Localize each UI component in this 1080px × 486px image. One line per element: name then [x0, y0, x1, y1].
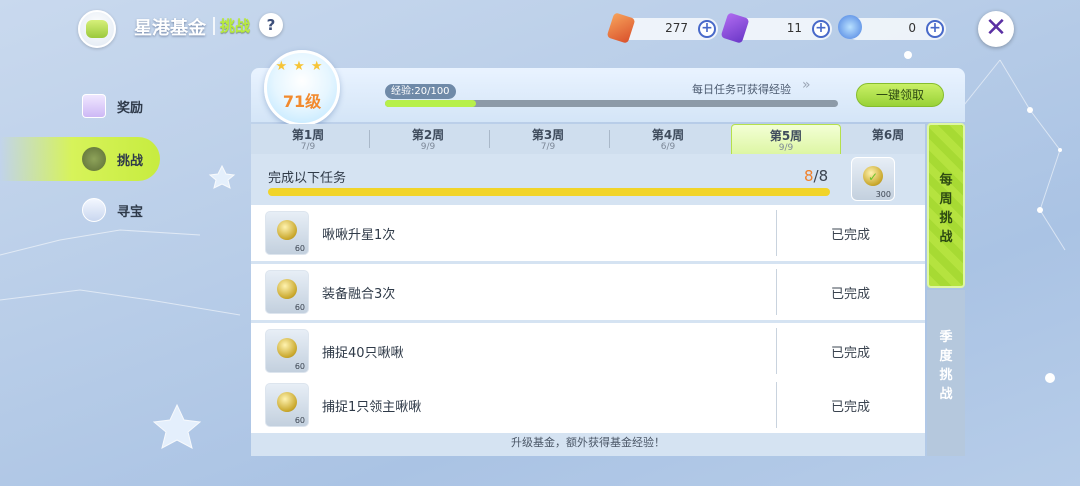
tab-divider [369, 130, 370, 148]
crystal-icon [838, 15, 862, 39]
tab-label: 第3周 [531, 128, 565, 142]
help-button[interactable]: ? [259, 13, 283, 37]
add-ticket-button[interactable]: + [698, 20, 716, 38]
reward-item[interactable]: 60 [265, 383, 309, 427]
task-summary-count: 8/8 [804, 167, 828, 185]
task-summary-title: 完成以下任务 [268, 171, 347, 186]
nav-item-label: 寻宝 [117, 205, 144, 220]
week-tabs: 第1周 7/9 第2周 9/9 第3周 7/9 第4周 6/9 第5周 9/9 … [251, 124, 925, 154]
exp-coin-icon [277, 220, 297, 240]
task-status: 已完成 [830, 287, 870, 302]
task-description: 捕捉1只领主啾啾 [322, 400, 422, 415]
daily-exp-hint: 每日任务可获得经验 [692, 83, 791, 96]
claim-all-button[interactable]: 一键领取 [856, 83, 944, 107]
reward-item[interactable]: 60 [265, 270, 309, 314]
add-purple-card-button[interactable]: + [812, 20, 830, 38]
weekly-challenge-label: 每周挑战 [939, 173, 953, 245]
nav-item-treasure[interactable]: 寻宝 [0, 188, 160, 232]
currency-ticket: 277 + [606, 12, 718, 44]
ticket-icon [606, 12, 636, 44]
level-stars: ★★★ [275, 59, 329, 74]
tab-label: 第5周 [769, 129, 803, 143]
tab-progress: 6/9 [660, 142, 676, 152]
tab-week-6[interactable]: 第6周 [851, 124, 925, 154]
task-row: 60 啾啾升星1次 已完成 [251, 205, 925, 261]
tab-progress: 9/9 [778, 143, 794, 153]
exp-coin-icon [277, 279, 297, 299]
trophy-icon [82, 147, 106, 171]
gift-icon [82, 94, 106, 118]
app-title: 星港基金 [134, 18, 206, 39]
completed-count: 8 [804, 167, 814, 185]
task-status: 已完成 [830, 228, 870, 243]
tab-week-3[interactable]: 第3周 7/9 [491, 124, 605, 154]
tab-label: 第4周 [651, 128, 685, 142]
total-count: /8 [813, 167, 829, 185]
treasure-icon [82, 198, 106, 222]
task-description: 捕捉40只啾啾 [322, 346, 404, 361]
tab-progress: 9/9 [420, 142, 436, 152]
purple-card-icon [720, 12, 750, 44]
exp-coin-icon [277, 392, 297, 412]
tab-divider [609, 130, 610, 148]
tab-progress: 7/9 [300, 142, 316, 152]
task-description: 装备融合3次 [322, 287, 396, 302]
currency-amount: 11 [786, 21, 802, 35]
currency-amount: 0 [908, 21, 916, 35]
add-crystal-button[interactable]: + [926, 20, 944, 38]
exp-progress-fill [385, 100, 476, 107]
double-arrow-icon[interactable]: » [802, 77, 811, 93]
title-divider [213, 17, 215, 35]
exp-progress-bar [385, 100, 838, 107]
task-description: 啾啾升星1次 [322, 228, 396, 243]
reward-item[interactable]: 60 [265, 329, 309, 373]
reward-quantity: 60 [294, 303, 305, 312]
tab-progress: 7/9 [540, 142, 556, 152]
level-text: 71级 [282, 92, 322, 111]
check-icon: ✓ [868, 170, 879, 184]
tab-label: 第1周 [291, 128, 325, 142]
season-challenge-label: 季度挑战 [939, 330, 953, 402]
tab-week-4[interactable]: 第4周 6/9 [611, 124, 725, 154]
exp-coin-icon [277, 338, 297, 358]
tab-divider [489, 130, 490, 148]
reward-quantity: 60 [294, 244, 305, 253]
reward-quantity: 300 [875, 190, 891, 199]
tab-week-5[interactable]: 第5周 9/9 [731, 124, 841, 154]
reward-quantity: 60 [294, 416, 305, 425]
nav-item-challenge[interactable]: 挑战 [0, 137, 160, 181]
summary-reward-item[interactable]: ✓ 300 [851, 157, 895, 201]
tab-label: 第2周 [411, 128, 445, 142]
task-row: 60 捕捉40只啾啾 已完成 [251, 323, 925, 379]
close-button[interactable]: ✕ [978, 11, 1014, 47]
nav-item-label: 挑战 [117, 154, 144, 169]
nav-item-label: 奖励 [117, 101, 144, 116]
exp-label: 经验:20/100 [385, 84, 456, 99]
task-list: 完成以下任务 8/8 ✓ 300 60 啾啾升星1次 已完成 60 装备融合3次… [251, 154, 925, 456]
currency-purple-card: 11 + [720, 12, 832, 44]
task-summary-progress [268, 188, 830, 196]
fund-logo-icon [78, 10, 116, 48]
task-row: 60 装备融合3次 已完成 [251, 264, 925, 320]
task-row: 60 捕捉1只领主啾啾 已完成 [251, 377, 925, 433]
title-tag: 挑战 [220, 17, 251, 35]
currency-amount: 277 [665, 21, 688, 35]
tab-weekly-challenge[interactable]: 每周挑战 [927, 123, 965, 288]
reward-quantity: 60 [294, 362, 305, 371]
currency-crystal: 0 + [838, 15, 946, 40]
tab-season-challenge[interactable]: 季度挑战 [927, 290, 965, 456]
tab-week-1[interactable]: 第1周 7/9 [251, 124, 365, 154]
tab-week-2[interactable]: 第2周 9/9 [371, 124, 485, 154]
upgrade-hint: 升级基金，额外获得基金经验！ [511, 436, 665, 449]
reward-item[interactable]: 60 [265, 211, 309, 255]
tab-label: 第6周 [871, 128, 905, 142]
level-badge: ★★★ 71级 [264, 50, 340, 126]
nav-item-reward[interactable]: 奖励 [0, 84, 160, 128]
task-status: 已完成 [830, 400, 870, 415]
task-status: 已完成 [830, 346, 870, 361]
